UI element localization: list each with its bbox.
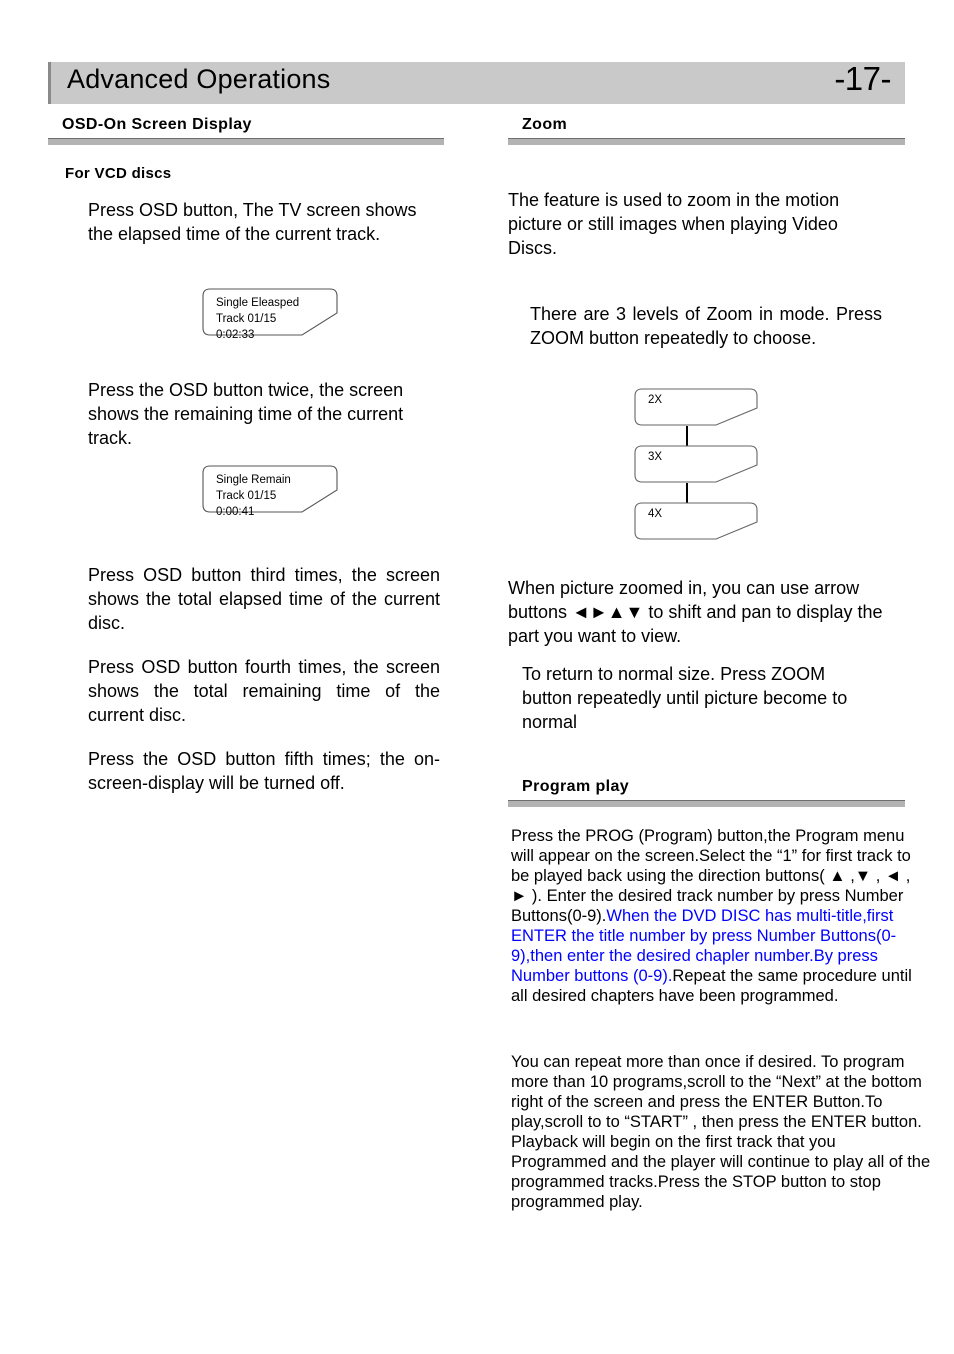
- zoom-level-node-3x: 3X: [634, 445, 762, 487]
- zoom-level-label: 2X: [648, 394, 663, 406]
- section-heading-program-play: Program play: [508, 778, 905, 807]
- paragraph-osd-fourth-press: Press OSD button fourth times, the scree…: [88, 657, 440, 725]
- paragraph-osd-third-press: Press OSD button third times, the screen…: [88, 565, 440, 633]
- section-heading-zoom: Zoom: [508, 116, 905, 145]
- page-header-bar: Advanced Operations -17-: [48, 60, 905, 104]
- paragraph-program-instructions: Press the PROG (Program) button,the Prog…: [511, 826, 929, 1006]
- zoom-level-node-2x: 2X: [634, 388, 762, 430]
- paragraph-zoom-pan: When picture zoomed in, you can use arro…: [508, 576, 890, 648]
- section-heading-osd: OSD-On Screen Display: [48, 116, 444, 145]
- osd-box-line-3: 0:02:33: [216, 329, 255, 341]
- zoom-level-label: 4X: [648, 508, 663, 520]
- subheading-for-vcd-discs: For VCD discs: [65, 165, 172, 182]
- paragraph-zoom-intro: The feature is used to zoom in the motio…: [508, 190, 840, 258]
- zoom-level-node-4x: 4X: [634, 502, 762, 544]
- zoom-level-diagram: 2X 3X 4X: [634, 388, 764, 540]
- zoom-connector-line: [686, 426, 688, 446]
- zoom-level-label: 3X: [648, 451, 663, 463]
- osd-display-box-elapsed: Single Eleasped Track 01/15 0:02:33: [202, 288, 342, 343]
- osd-box-text: Single Remain Track 01/15 0:00:41: [216, 472, 291, 520]
- osd-box-line-1: Single Eleasped: [216, 297, 300, 309]
- page-number: -17-: [834, 60, 891, 97]
- paragraph-osd-second-press: Press the OSD button twice, the screen s…: [88, 380, 404, 448]
- paragraph-program-playback: You can repeat more than once if desired…: [511, 1053, 931, 1211]
- arrow-buttons-icon: ◄►▲▼: [572, 602, 644, 622]
- section-divider: [508, 800, 905, 807]
- page-title: Advanced Operations: [67, 64, 331, 94]
- osd-box-line-1: Single Remain: [216, 474, 291, 486]
- paragraph-zoom-levels: There are 3 levels of Zoom in mode. Pres…: [530, 304, 882, 348]
- osd-display-box-remain: Single Remain Track 01/15 0:00:41: [202, 465, 342, 520]
- zoom-connector-line: [686, 483, 688, 503]
- section-title-osd: OSD-On Screen Display: [62, 116, 252, 133]
- osd-box-line-3: 0:00:41: [216, 506, 255, 518]
- osd-box-line-2: Track 01/15: [216, 313, 277, 325]
- osd-box-text: Single Eleasped Track 01/15 0:02:33: [216, 295, 299, 343]
- section-divider: [48, 138, 444, 145]
- osd-box-line-2: Track 01/15: [216, 490, 277, 502]
- paragraph-zoom-return-normal: To return to normal size. Press ZOOM but…: [522, 664, 848, 732]
- section-divider: [508, 138, 905, 145]
- paragraph-osd-fifth-press: Press the OSD button fifth times; the on…: [88, 749, 440, 793]
- paragraph-osd-first-press: Press OSD button, The TV screen shows th…: [88, 200, 417, 244]
- section-title-zoom: Zoom: [522, 116, 568, 133]
- section-title-program-play: Program play: [522, 778, 630, 795]
